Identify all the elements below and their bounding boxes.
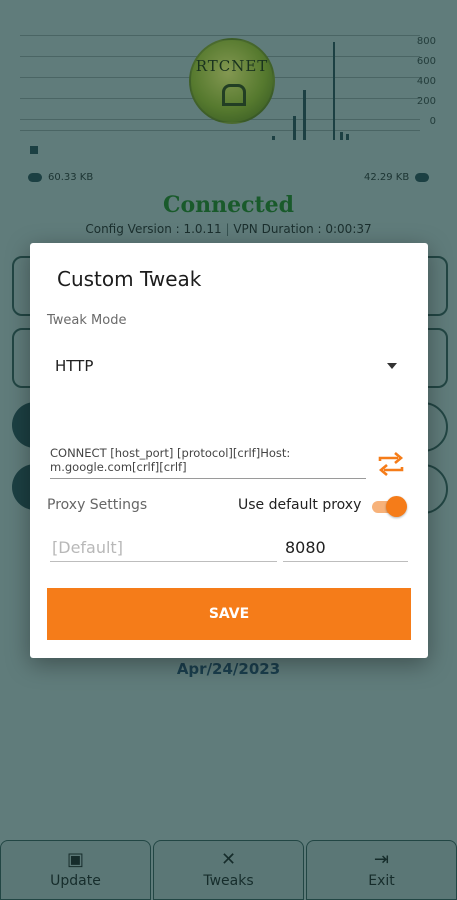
- proxy-port-input[interactable]: [283, 533, 408, 562]
- payload-field[interactable]: CONNECT [host_port] [protocol][crlf]Host…: [50, 446, 366, 479]
- toggle-thumb: [386, 496, 407, 517]
- save-button[interactable]: SAVE: [47, 588, 411, 640]
- dropdown-arrow-icon: [387, 363, 397, 369]
- use-default-proxy-label: Use default proxy: [238, 497, 362, 513]
- swap-icon[interactable]: [376, 450, 406, 478]
- custom-tweak-dialog: Custom Tweak Tweak Mode HTTP CONNECT [ho…: [30, 243, 428, 658]
- tweak-mode-label: Tweak Mode: [47, 313, 127, 328]
- proxy-settings-label: Proxy Settings: [47, 497, 148, 513]
- proxy-host-input[interactable]: [50, 533, 277, 562]
- dialog-title: Custom Tweak: [57, 267, 202, 291]
- tweak-mode-value: HTTP: [55, 357, 94, 375]
- tweak-mode-select[interactable]: HTTP: [47, 349, 403, 383]
- use-default-proxy-toggle[interactable]: [371, 496, 407, 517]
